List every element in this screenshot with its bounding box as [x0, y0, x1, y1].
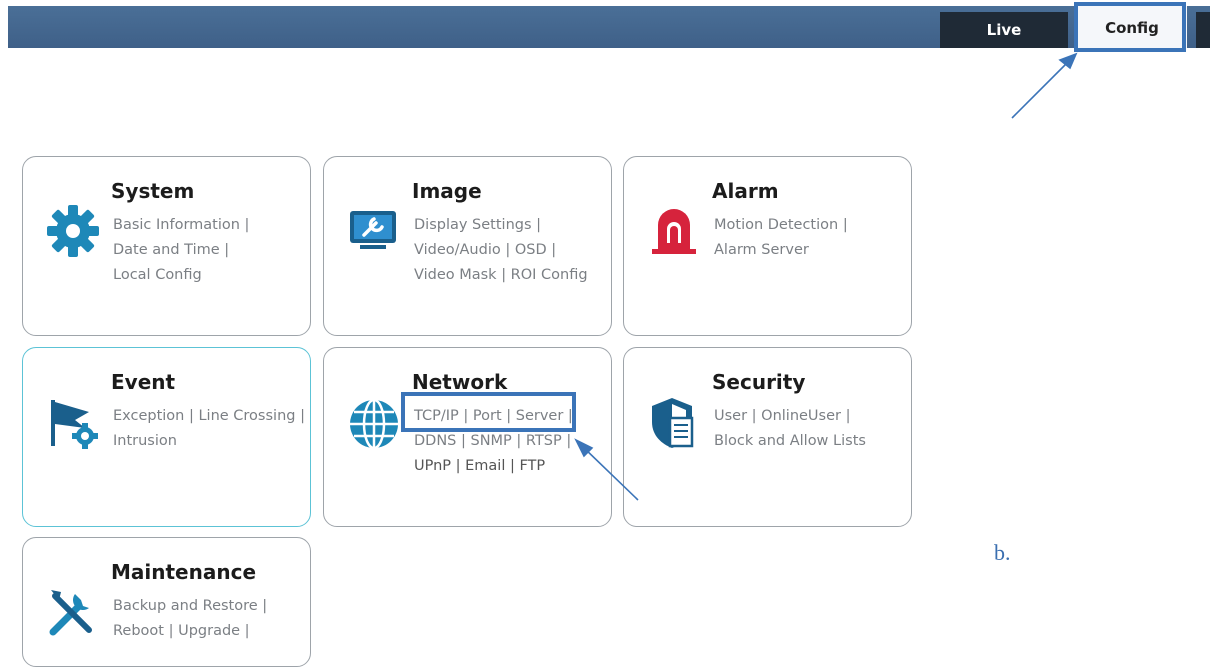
annotation-label: b.	[994, 540, 1011, 565]
annotation-arrows	[574, 52, 1078, 501]
arrow-to-network-links	[581, 445, 639, 501]
arrow-to-config	[1011, 59, 1071, 119]
